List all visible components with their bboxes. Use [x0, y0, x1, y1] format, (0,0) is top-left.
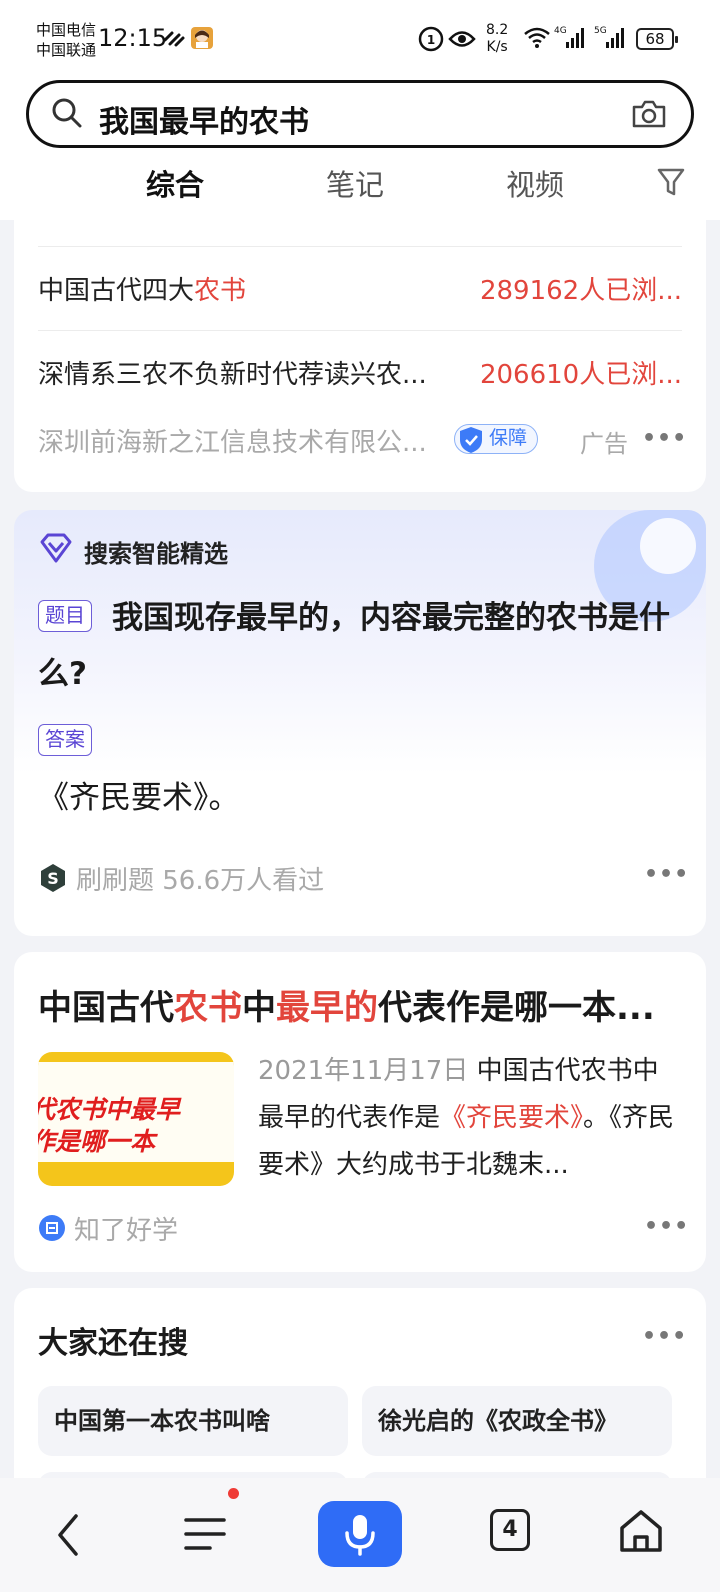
search-results-page: 中国电信 中国联通 12:15 1 8.2 K/s 4G 5G 68 我国最早的… [0, 0, 720, 1592]
more-icon[interactable]: ••• [644, 1214, 689, 1239]
result-thumbnail[interactable]: 代农书中最早 作是哪一本 [38, 1052, 234, 1186]
clock: 12:15 [98, 24, 168, 52]
ad-link-2-views: 206610人已浏... [479, 360, 682, 390]
guarantee-label: 保障 [489, 427, 528, 449]
status-bar: 中国电信 中国联通 12:15 1 8.2 K/s 4G 5G 68 [0, 0, 720, 78]
result-source[interactable]: 知了好学 [38, 1210, 178, 1249]
speed-unit: K/s [486, 39, 508, 55]
tab-notes[interactable]: 笔记 [326, 162, 384, 204]
ad-link-1-views: 289162人已浏... [479, 276, 682, 306]
ad-link-1[interactable]: 中国古代四大农书 289162人已浏... [38, 270, 682, 307]
related-item[interactable]: 徐光启的《农政全书》 [362, 1386, 672, 1456]
result-card[interactable]: 中国古代农书中最早的代表作是哪一本... 代农书中最早 作是哪一本 2021年1… [14, 952, 706, 1272]
tab-videos[interactable]: 视频 [506, 162, 564, 204]
notification-dot [228, 1488, 239, 1499]
title-part: 代表作是哪一本... [378, 988, 655, 1028]
question-text[interactable]: 我国现存最早的，内容最完整的农书是什么? [38, 590, 682, 702]
related-item[interactable]: 中国第一本农书叫啥 [38, 1386, 348, 1456]
related-searches: 大家还在搜 ••• 中国第一本农书叫啥 徐光启的《农政全书》 [14, 1288, 706, 1488]
more-icon[interactable]: ••• [642, 426, 687, 451]
carrier-1: 中国电信 [36, 21, 97, 39]
divider [38, 246, 682, 247]
search-input[interactable]: 我国最早的农书 [26, 80, 694, 148]
shuashuati-logo-icon: S [38, 863, 68, 900]
signal-1-icon: 4G [554, 24, 588, 54]
ai-card-header: 搜索智能精选 [84, 540, 228, 568]
thumbnail-panel: 代农书中最早 作是哪一本 [38, 1062, 234, 1162]
ai-source[interactable]: S 刷刷题 56.6万人看过 [38, 860, 324, 900]
ad-label: 广告 [580, 430, 628, 458]
zhiliao-logo-icon [38, 1214, 66, 1249]
result-date: 2021年11月17日 [258, 1056, 469, 1086]
carrier-names: 中国电信 中国联通 [36, 20, 96, 60]
home-icon[interactable] [618, 1508, 664, 1558]
net1-label: 4G [554, 26, 567, 36]
answer-tag: 答案 [38, 724, 92, 756]
voice-search-button[interactable] [318, 1501, 402, 1567]
related-title: 大家还在搜 [38, 1326, 188, 1361]
result-title[interactable]: 中国古代农书中最早的代表作是哪一本... [38, 980, 678, 1029]
carrier-2: 中国联通 [36, 41, 97, 59]
ad-link-2[interactable]: 深情系三农不负新时代荐读兴农... 206610人已浏... [38, 354, 682, 391]
ai-answer-card: 搜索智能精选 题目 我国现存最早的，内容最完整的农书是什么? 答案 《齐民要术》… [14, 510, 706, 936]
diamond-icon [38, 532, 74, 568]
back-icon[interactable] [54, 1512, 84, 1562]
guarantee-badge: 保障 [454, 424, 539, 454]
tab-count-button[interactable]: 4 [490, 1509, 530, 1551]
decor-glow [640, 518, 696, 574]
camera-icon[interactable] [631, 99, 667, 133]
more-icon[interactable]: ••• [642, 1324, 687, 1349]
net2-label: 5G [594, 26, 607, 36]
thumbnail-text-2: 作是哪一本 [38, 1127, 156, 1156]
title-highlight: 最早的 [276, 988, 378, 1028]
ad-link-1-text: 中国古代四大 [38, 276, 195, 306]
search-header: 我国最早的农书 综合 笔记 视频 [0, 78, 720, 220]
result-source-name: 知了好学 [74, 1216, 179, 1246]
tab-comprehensive[interactable]: 综合 [146, 162, 204, 204]
wifi-icon [522, 24, 552, 54]
title-highlight: 农书 [174, 988, 242, 1028]
network-speed: 8.2 K/s [486, 22, 508, 56]
filter-icon[interactable] [656, 166, 686, 202]
snippet-highlight: 《齐民要术》 [440, 1103, 584, 1133]
shield-icon [457, 425, 485, 463]
thumbnail-text-1: 代农书中最早 [38, 1095, 181, 1124]
more-icon[interactable]: ••• [644, 862, 689, 887]
mic-icon [345, 1515, 375, 1556]
nfc-icon: 1 [418, 26, 444, 56]
search-query[interactable]: 我国最早的农书 [99, 97, 309, 141]
link-icon [162, 28, 186, 54]
svg-text:S: S [47, 869, 59, 888]
ad-link-1-highlight: 农书 [194, 276, 247, 306]
answer-text[interactable]: 《齐民要术》。 [38, 772, 240, 817]
signal-2-icon: 5G [594, 24, 628, 54]
title-part: 中 [242, 988, 276, 1028]
bottom-nav: 4 [0, 1478, 720, 1592]
ai-source-text: 刷刷题 56.6万人看过 [76, 866, 325, 896]
result-snippet: 2021年11月17日 中国古代农书中最早的代表作是《齐民要术》。《齐民要术》大… [258, 1048, 682, 1189]
eye-icon [448, 28, 476, 54]
divider [38, 330, 682, 331]
svg-text:1: 1 [427, 33, 435, 47]
search-icon [51, 97, 83, 133]
ad-card: 中国古代四大农书 289162人已浏... 深情系三农不负新时代荐读兴农... … [14, 200, 706, 492]
battery-indicator: 68 [636, 28, 678, 50]
speed-value: 8.2 [486, 22, 509, 38]
menu-icon[interactable] [184, 1512, 228, 1560]
title-part: 中国古代 [38, 988, 174, 1028]
ad-link-2-text: 深情系三农不负新时代荐读兴农... [38, 360, 427, 390]
avatar-icon [190, 26, 214, 54]
